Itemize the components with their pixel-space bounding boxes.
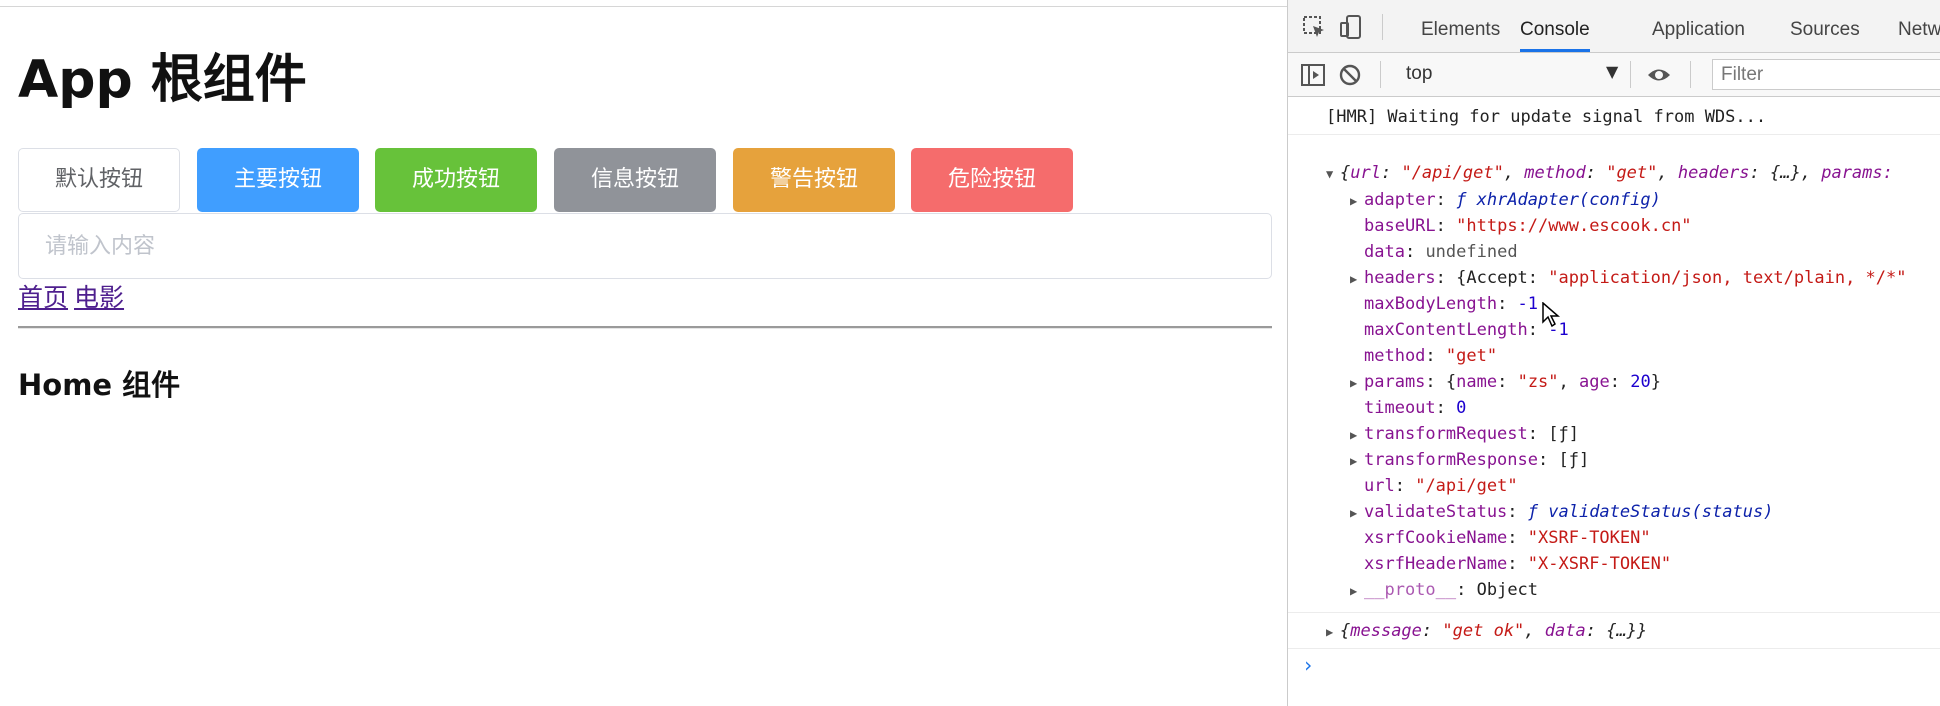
expand-triangle-icon[interactable]: ▶ bbox=[1350, 502, 1364, 524]
content-input[interactable] bbox=[18, 213, 1272, 279]
router-nav: 首页 电影 bbox=[18, 280, 130, 316]
expand-triangle-icon[interactable]: ▶ bbox=[1326, 621, 1340, 643]
console-toolbar: top ▼ bbox=[1288, 53, 1940, 97]
app-page: App 根组件 默认按钮 主要按钮 成功按钮 信息按钮 警告按钮 危险按钮 首页… bbox=[0, 0, 1287, 706]
page-title: App 根组件 bbox=[18, 50, 307, 110]
mouse-cursor-icon bbox=[1542, 302, 1560, 328]
expand-triangle-icon[interactable]: ▶ bbox=[1350, 190, 1364, 212]
prop-method: method: "get" bbox=[1364, 346, 1498, 366]
tab-bar-separator bbox=[1382, 14, 1383, 40]
live-expression-eye-icon[interactable] bbox=[1646, 62, 1672, 88]
prop-maxbodylength: maxBodyLength: -1 bbox=[1364, 294, 1539, 314]
inspect-element-icon[interactable] bbox=[1302, 15, 1328, 41]
tab-console[interactable]: Console bbox=[1520, 0, 1590, 52]
divider bbox=[18, 326, 1272, 329]
prop-transformrequest[interactable]: ▶ transformRequest: [ƒ] bbox=[1350, 423, 1579, 446]
prop-data: data: undefined bbox=[1364, 242, 1518, 262]
expand-triangle-icon[interactable]: ▶ bbox=[1350, 424, 1364, 446]
primary-button[interactable]: 主要按钮 bbox=[197, 148, 359, 212]
console-object-summary[interactable]: ▼ {url: "/api/get", method: "get", header… bbox=[1326, 162, 1893, 185]
sidebar-toggle-icon[interactable] bbox=[1300, 62, 1326, 88]
home-component-title: Home 组件 bbox=[18, 368, 181, 402]
tab-sources[interactable]: Sources bbox=[1790, 0, 1860, 52]
prop-xsrfheadername: xsrfHeaderName: "X-XSRF-TOKEN" bbox=[1364, 554, 1672, 574]
console-response-summary[interactable]: ▶ {message: "get ok", data: {…}} bbox=[1326, 620, 1647, 643]
devtools-panel: Elements Console Application Sources Net… bbox=[1287, 0, 1940, 706]
expand-triangle-icon[interactable]: ▶ bbox=[1350, 372, 1364, 394]
prop-url: url: "/api/get" bbox=[1364, 476, 1518, 496]
toolbar-separator bbox=[1690, 61, 1691, 88]
danger-button[interactable]: 危险按钮 bbox=[911, 148, 1073, 212]
prop-transformresponse[interactable]: ▶ transformResponse: [ƒ] bbox=[1350, 449, 1589, 472]
collapse-triangle-icon[interactable]: ▼ bbox=[1326, 163, 1340, 185]
device-toolbar-icon[interactable] bbox=[1338, 14, 1364, 40]
clear-console-icon[interactable] bbox=[1337, 62, 1363, 88]
toolbar-separator bbox=[1380, 61, 1381, 88]
expand-triangle-icon[interactable]: ▶ bbox=[1350, 580, 1364, 602]
prop-proto[interactable]: ▶ __proto__: Object bbox=[1350, 579, 1538, 602]
console-message-divider bbox=[1288, 648, 1940, 649]
nav-link-home[interactable]: 首页 bbox=[18, 283, 68, 312]
console-message-hmr: [HMR] Waiting for update signal from WDS… bbox=[1326, 107, 1767, 127]
prop-timeout: timeout: 0 bbox=[1364, 398, 1467, 418]
console-prompt-icon[interactable]: › bbox=[1302, 653, 1314, 677]
info-button[interactable]: 信息按钮 bbox=[554, 148, 716, 212]
toolbar-separator bbox=[1630, 61, 1631, 88]
prop-xsrfcookiename: xsrfCookieName: "XSRF-TOKEN" bbox=[1364, 528, 1651, 548]
prop-validatestatus[interactable]: ▶ validateStatus: ƒ validateStatus(status… bbox=[1350, 501, 1773, 524]
context-selector[interactable]: top bbox=[1406, 63, 1432, 85]
prop-maxcontentlength: maxContentLength: -1 bbox=[1364, 320, 1569, 340]
prop-adapter[interactable]: ▶ adapter: ƒ xhrAdapter(config) bbox=[1350, 189, 1661, 212]
tab-application[interactable]: Application bbox=[1652, 0, 1745, 52]
tab-network[interactable]: Netw bbox=[1898, 0, 1940, 52]
devtools-tab-bar: Elements Console Application Sources Net… bbox=[1288, 0, 1940, 53]
expand-triangle-icon[interactable]: ▶ bbox=[1350, 268, 1364, 290]
default-button[interactable]: 默认按钮 bbox=[18, 148, 180, 212]
console-message-divider bbox=[1288, 134, 1940, 135]
prop-headers[interactable]: ▶ headers: {Accept: "application/json, te… bbox=[1350, 267, 1907, 290]
warning-button[interactable]: 警告按钮 bbox=[733, 148, 895, 212]
console-output: [HMR] Waiting for update signal from WDS… bbox=[1288, 97, 1940, 706]
prop-params[interactable]: ▶ params: {name: "zs", age: 20} bbox=[1350, 371, 1661, 394]
console-message-divider bbox=[1288, 612, 1940, 613]
context-dropdown-icon[interactable]: ▼ bbox=[1606, 62, 1618, 81]
console-filter-input[interactable] bbox=[1712, 59, 1940, 90]
success-button[interactable]: 成功按钮 bbox=[375, 148, 537, 212]
expand-triangle-icon[interactable]: ▶ bbox=[1350, 450, 1364, 472]
prop-baseurl: baseURL: "https://www.escook.cn" bbox=[1364, 216, 1692, 236]
tab-elements[interactable]: Elements bbox=[1421, 0, 1500, 52]
nav-link-movie[interactable]: 电影 bbox=[74, 283, 124, 312]
